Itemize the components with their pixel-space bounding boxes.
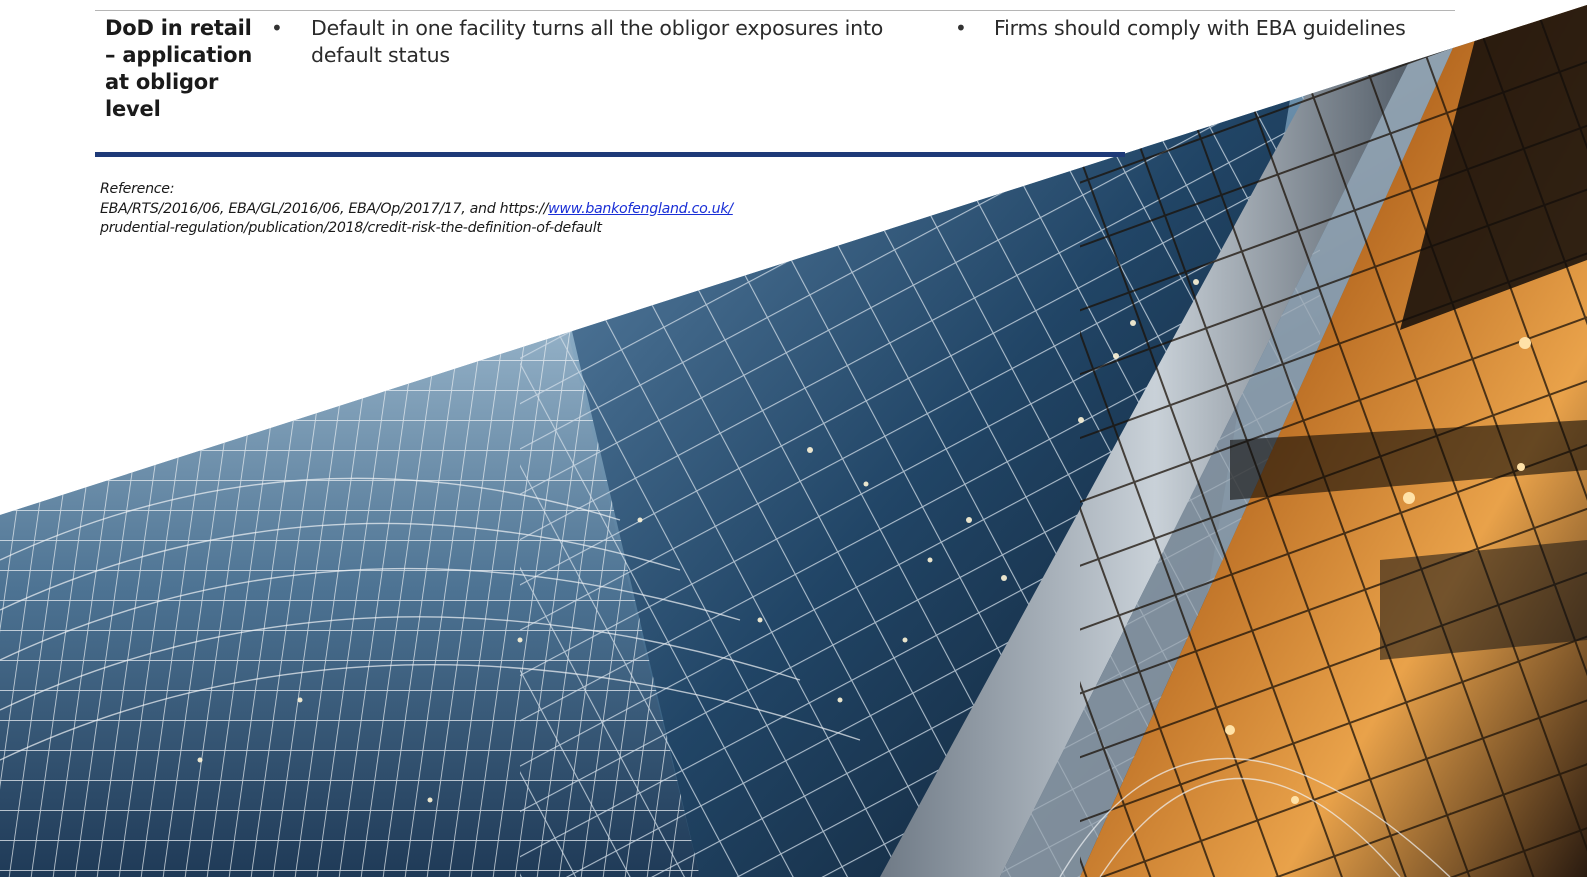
table-cell-description: Default in one facility turns all the ob… bbox=[311, 16, 884, 67]
table-row-header: DoD in retail – application at obligor l… bbox=[105, 16, 253, 121]
reference-note: Reference: EBA/RTS/2016/06, EBA/GL/2016/… bbox=[100, 180, 860, 239]
table-top-rule bbox=[95, 10, 1455, 11]
reference-sources: EBA/RTS/2016/06, EBA/GL/2016/06, EBA/Op/… bbox=[100, 200, 549, 217]
document-page: DoD in retail – application at obligor l… bbox=[0, 0, 1587, 877]
reference-line-2: prudential-regulation/publication/2018/c… bbox=[100, 220, 602, 236]
bullet-icon: • bbox=[955, 16, 967, 40]
table-cell-requirement: Firms should comply with EBA guidelines bbox=[994, 16, 1406, 40]
reference-label: Reference: bbox=[100, 181, 175, 197]
bullet-icon: • bbox=[271, 16, 283, 40]
reference-link[interactable]: www.bankofengland.co.uk/ bbox=[548, 201, 733, 217]
table-bottom-rule bbox=[95, 152, 1125, 157]
reference-line-1: EBA/RTS/2016/06, EBA/GL/2016/06, EBA/Op/… bbox=[100, 200, 860, 220]
building-photo bbox=[0, 0, 1587, 877]
